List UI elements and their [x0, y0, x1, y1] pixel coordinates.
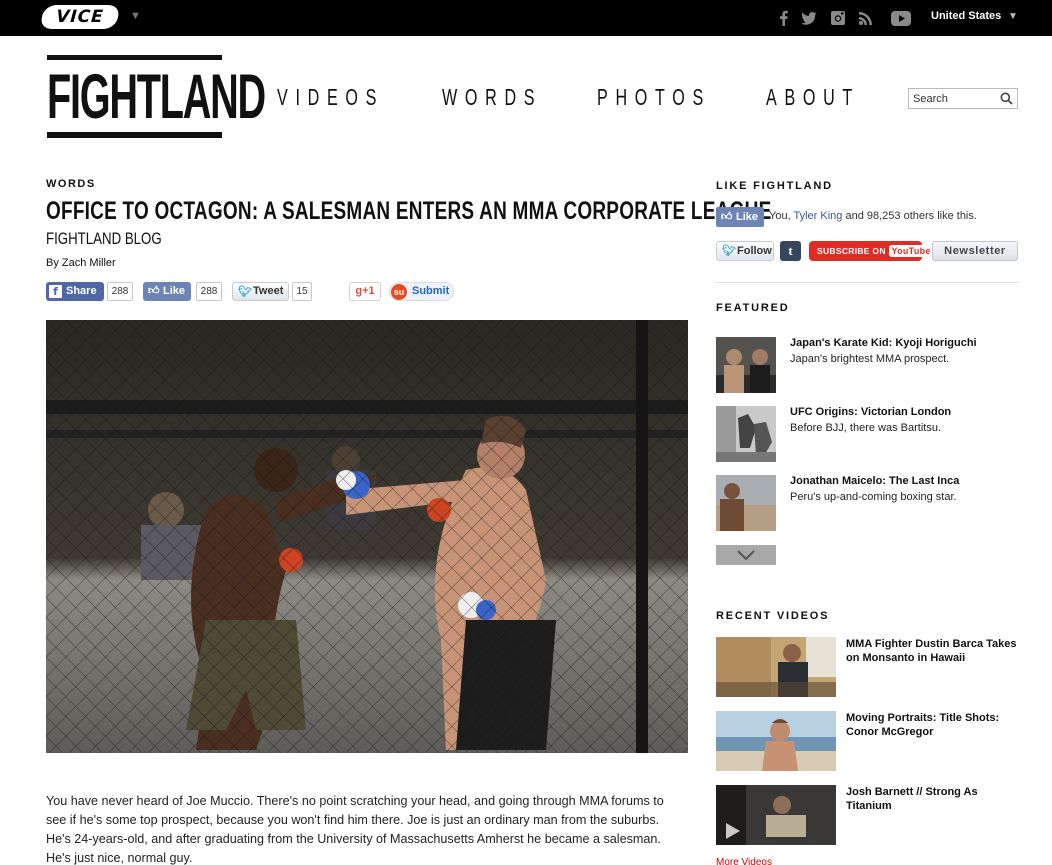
thumbs-up-icon: 👍︎ [721, 211, 733, 223]
chevron-down-icon [737, 550, 755, 561]
sidebar-like-button[interactable]: 👍︎ Like [716, 207, 764, 227]
youtube-logo: YouTube [889, 245, 933, 257]
recent-video-item[interactable]: MMA Fighter Dustin Barca Takes on Monsan… [716, 637, 1018, 697]
video-title[interactable]: Josh Barnett // Strong As Titanium [846, 785, 1021, 813]
logo-wordmark: FIGHTLAND [47, 62, 266, 132]
mcgregor-video-still [716, 711, 836, 771]
submit-label: Submit [412, 285, 450, 297]
victorian-photo [716, 406, 776, 462]
cage-fight-photo [46, 320, 688, 753]
maicelo-photo [716, 475, 776, 531]
facebook-like-button[interactable]: 👍︎ Like [143, 282, 191, 301]
thumbs-up-icon: 👍︎ [148, 285, 160, 297]
tweet-count: 15 [292, 282, 312, 301]
top-bar: VICE ▼ United States ▼ [0, 0, 1052, 36]
article-title: OFFICE TO OCTAGON: A SALESMAN ENTERS AN … [46, 197, 772, 225]
nav-videos[interactable]: VIDEOS [277, 84, 384, 111]
youtube-icon[interactable] [890, 9, 912, 27]
featured-desc: Peru's up-and-coming boxing star. [790, 491, 957, 503]
share-label: Share [66, 285, 97, 297]
friend-link[interactable]: Tyler King [793, 210, 842, 222]
facebook-share-button[interactable]: f Share [46, 282, 104, 301]
nav-photos[interactable]: PHOTOS [597, 84, 711, 111]
facebook-icon: f [49, 285, 62, 298]
barca-video-still [716, 637, 836, 697]
video-thumbnail[interactable] [716, 637, 836, 697]
like-social-text: You, Tyler King and 98,253 others like t… [769, 210, 977, 222]
like-text-post: and 98,253 others like this. [842, 210, 977, 222]
instagram-icon[interactable] [830, 9, 846, 27]
featured-heading: FEATURED [716, 302, 790, 314]
vice-menu-caret-icon[interactable]: ▼ [130, 10, 141, 22]
video-thumbnail[interactable] [716, 711, 836, 771]
tweet-label: Tweet [253, 285, 284, 297]
featured-thumbnail[interactable] [716, 337, 776, 393]
newsletter-button[interactable]: Newsletter [932, 241, 1018, 261]
like-fightland-heading: LIKE FIGHTLAND [716, 180, 833, 192]
twitter-follow-button[interactable]: 🐦︎ Follow [716, 241, 774, 261]
logo-bar-bottom [47, 132, 222, 138]
featured-item[interactable]: UFC Origins: Victorian London Before BJJ… [716, 406, 1018, 462]
search-icon[interactable] [1000, 92, 1013, 105]
article-section[interactable]: WORDS [46, 178, 96, 190]
country-selector[interactable]: United States [931, 10, 1001, 22]
featured-more-button[interactable] [716, 545, 776, 565]
google-plus-button[interactable]: g+1 [349, 282, 381, 301]
like-text-pre: You, [769, 210, 794, 222]
facebook-icon[interactable] [778, 9, 790, 27]
horiguchi-photo [716, 337, 776, 393]
article-body: You have never heard of Joe Muccio. Ther… [46, 794, 664, 865]
nav-words[interactable]: WORDS [442, 84, 542, 111]
barnett-video-still [716, 785, 836, 845]
stumbleupon-submit-button[interactable]: su Submit [389, 282, 454, 301]
sidebar-divider [716, 282, 1018, 283]
featured-title[interactable]: Jonathan Maicelo: The Last Inca [790, 475, 959, 487]
twitter-icon[interactable] [800, 9, 818, 27]
twitter-bird-icon: 🐦︎ [722, 245, 736, 257]
like-count: 288 [196, 282, 222, 301]
featured-item[interactable]: Japan's Karate Kid: Kyoji Horiguchi Japa… [716, 337, 1018, 393]
tweet-button[interactable]: 🐦︎ Tweet [232, 282, 289, 301]
video-thumbnail[interactable] [716, 785, 836, 845]
recent-video-item[interactable]: Josh Barnett // Strong As Titanium [716, 785, 1018, 845]
featured-desc: Before BJJ, there was Bartitsu. [790, 422, 942, 434]
twitter-bird-icon: 🐦︎ [238, 286, 252, 298]
recent-videos-heading: RECENT VIDEOS [716, 610, 830, 622]
featured-item[interactable]: Jonathan Maicelo: The Last Inca Peru's u… [716, 475, 1018, 531]
stumbleupon-icon: su [391, 284, 407, 300]
sidebar-like-label: Like [736, 211, 759, 223]
featured-thumbnail[interactable] [716, 475, 776, 531]
recent-video-item[interactable]: Moving Portraits: Title Shots: Conor McG… [716, 711, 1018, 771]
rss-icon[interactable] [858, 9, 874, 27]
nav-about[interactable]: ABOUT [766, 84, 860, 111]
more-videos-link[interactable]: More Videos [716, 857, 772, 865]
video-title[interactable]: MMA Fighter Dustin Barca Takes on Monsan… [846, 637, 1021, 665]
featured-thumbnail[interactable] [716, 406, 776, 462]
featured-desc: Japan's brightest MMA prospect. [790, 353, 950, 365]
follow-label: Follow [737, 245, 772, 257]
search-input[interactable] [913, 91, 999, 106]
share-count: 288 [107, 282, 133, 301]
chevron-down-icon[interactable]: ▼ [1008, 11, 1018, 22]
like-label: Like [163, 285, 186, 297]
tumblr-button[interactable]: t [780, 241, 801, 261]
vice-logo[interactable]: VICE [39, 5, 121, 29]
featured-title[interactable]: UFC Origins: Victorian London [790, 406, 951, 418]
video-title[interactable]: Moving Portraits: Title Shots: Conor McG… [846, 711, 1021, 739]
byline: By Zach Miller [46, 257, 116, 269]
featured-title[interactable]: Japan's Karate Kid: Kyoji Horiguchi [790, 337, 977, 349]
search-box [908, 88, 1018, 109]
subscribe-label: SUBSCRIBE ON [817, 246, 886, 256]
logo-bar-top [47, 55, 222, 60]
fightland-logo[interactable]: FIGHTLAND [47, 55, 266, 138]
article-hero-image [46, 320, 688, 753]
blog-name[interactable]: FIGHTLAND BLOG [46, 229, 162, 249]
youtube-subscribe-button[interactable]: SUBSCRIBE ON YouTube [809, 241, 933, 261]
